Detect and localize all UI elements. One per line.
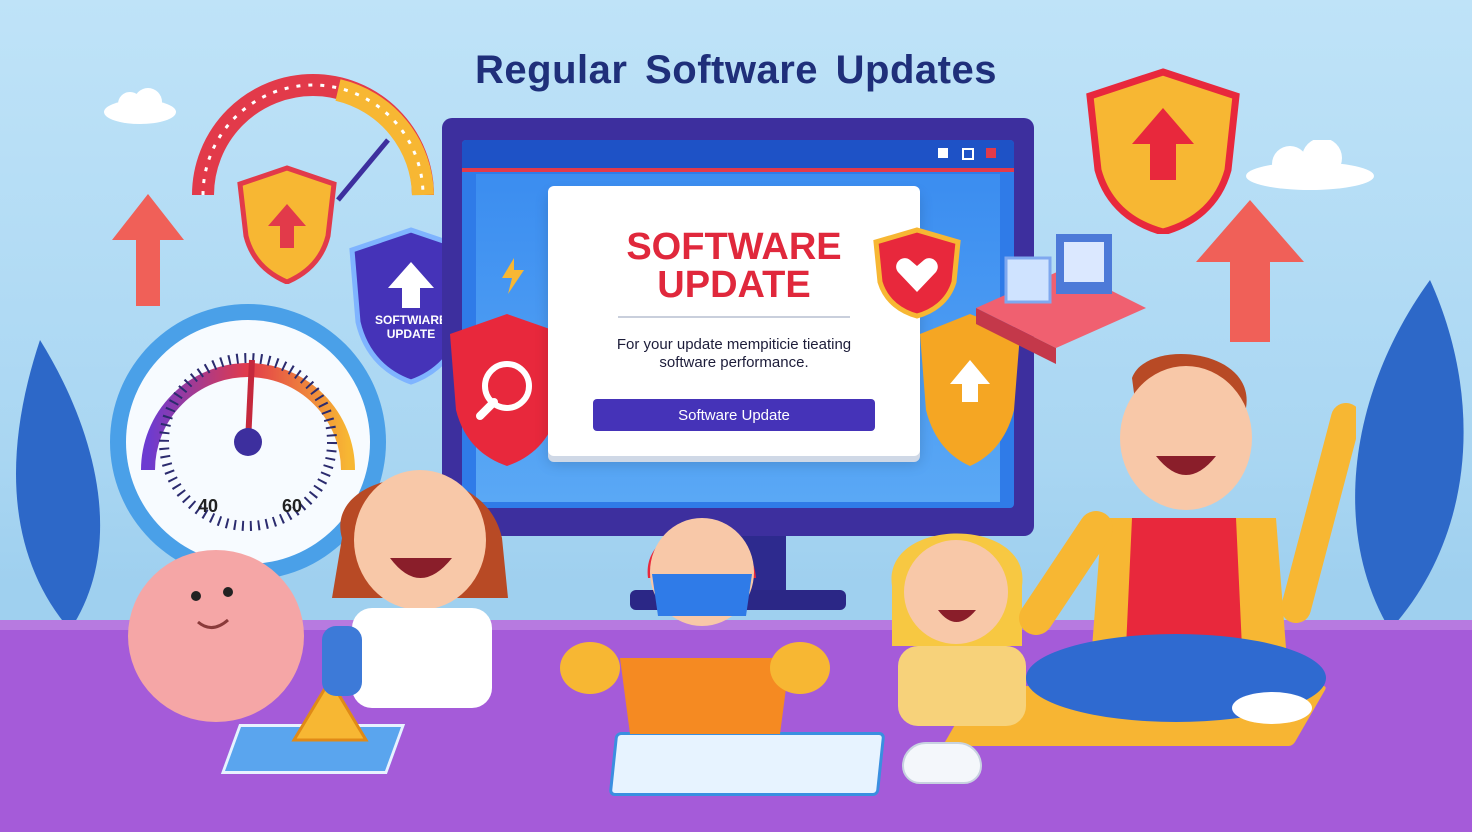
software-update-button[interactable]: Software Update <box>593 399 875 431</box>
mouse-icon[interactable] <box>902 742 982 784</box>
keyboard-icon[interactable] <box>608 732 886 796</box>
menu-icon[interactable] <box>986 148 996 158</box>
cloud-icon <box>104 88 176 124</box>
dialog-message-line1: For your update mempiticie tieating <box>616 336 852 353</box>
masked-hero-character <box>560 518 830 734</box>
shield-arrow-icon <box>237 165 337 284</box>
arrow-up-icon <box>112 194 184 306</box>
arrow-up-icon <box>1196 200 1304 342</box>
lightning-icon <box>502 258 524 294</box>
gauge-label-right: 60 <box>282 496 303 516</box>
heart-shield-icon <box>873 227 961 319</box>
close-icon[interactable] <box>938 148 948 158</box>
software-update-dialog: SOFTWARE UPDATE For your update mempitic… <box>548 186 920 456</box>
gauge-label-left: 40 <box>198 496 219 516</box>
pink-blob-character <box>128 550 304 722</box>
dialog-title-line2: UPDATE <box>657 264 811 306</box>
young-man-character <box>1019 354 1356 724</box>
maximize-icon[interactable] <box>962 148 974 160</box>
browser-bar <box>462 140 1014 172</box>
dialog-divider <box>618 316 850 318</box>
woman-character <box>322 470 508 708</box>
cloud-icon <box>1246 140 1374 190</box>
dialog-message-line2: software performance. <box>659 354 809 371</box>
dialog-title-line1: SOFTWARE <box>626 226 842 268</box>
